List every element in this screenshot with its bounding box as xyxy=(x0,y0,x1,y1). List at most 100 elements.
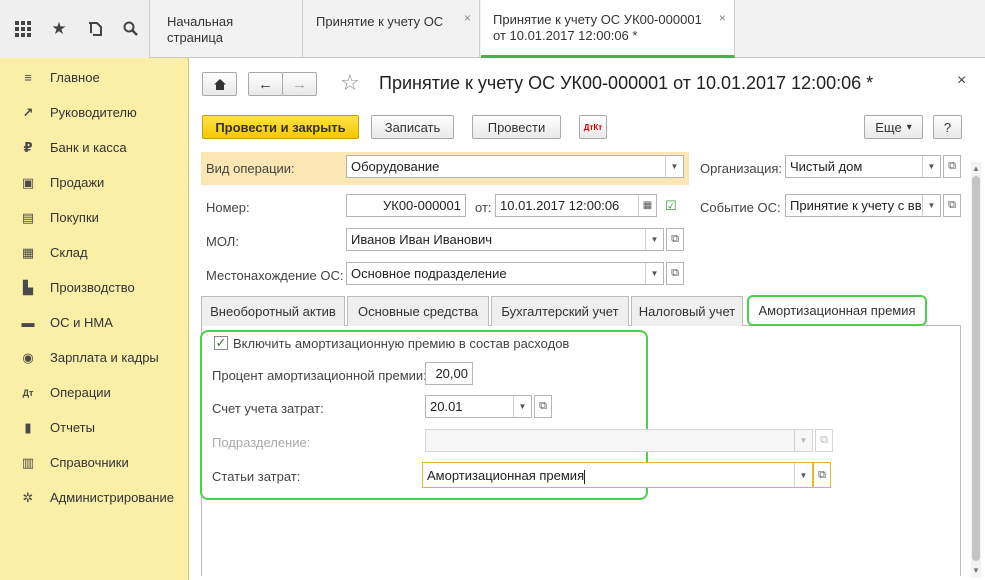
sidebar-item-reports[interactable]: ▮ Отчеты xyxy=(0,410,189,445)
cart-icon: ▣ xyxy=(21,174,35,190)
sidebar-item-label: Отчеты xyxy=(50,420,95,435)
chevron-down-icon[interactable]: ▼ xyxy=(645,229,663,250)
tab-close-icon[interactable]: × xyxy=(719,10,726,26)
tab-current-document[interactable]: Принятие к учету ОС УК00-000001 от 10.01… xyxy=(481,0,735,58)
text-cursor xyxy=(584,469,586,484)
sidebar-item-salary[interactable]: ◉ Зарплата и кадры xyxy=(0,340,189,375)
organization-select[interactable]: Чистый дом ▼ xyxy=(785,155,941,178)
chevron-down-icon[interactable]: ▼ xyxy=(794,463,812,487)
sidebar-item-main[interactable]: ≡ Главное xyxy=(0,60,189,95)
tab-fixed-assets[interactable]: Основные средства xyxy=(347,296,489,326)
search-icon[interactable] xyxy=(120,18,142,40)
post-button[interactable]: Провести xyxy=(472,115,561,139)
operation-select[interactable]: Оборудование ▼ xyxy=(346,155,684,178)
factory-icon: ▙ xyxy=(23,279,33,295)
favorite-star-icon[interactable]: ☆ xyxy=(340,70,360,96)
scroll-up-icon[interactable]: ▲ xyxy=(972,164,980,173)
number-field[interactable]: УК00-000001 xyxy=(346,194,466,217)
open-account-button[interactable]: ⧉ xyxy=(534,395,552,418)
cost-item-label: Статьи затрат: xyxy=(212,469,301,484)
open-department-button[interactable]: ⧉ xyxy=(815,429,833,452)
open-organization-button[interactable]: ⧉ xyxy=(943,155,961,178)
star-icon[interactable]: ★ xyxy=(48,18,70,40)
tab-current-document-label: Принятие к учету ОС УК00-000001 от 10.01… xyxy=(493,12,702,43)
post-and-close-button[interactable]: Провести и закрыть xyxy=(202,115,359,139)
sidebar-item-manager[interactable]: ↗ Руководителю xyxy=(0,95,189,130)
premium-percent-field[interactable]: 20,00 xyxy=(425,362,473,385)
scroll-down-icon[interactable]: ▼ xyxy=(972,566,980,575)
cost-account-value: 20.01 xyxy=(430,399,463,414)
open-mol-button[interactable]: ⧉ xyxy=(666,228,684,251)
open-event-button[interactable]: ⧉ xyxy=(943,194,961,217)
apps-grid-icon[interactable] xyxy=(12,18,34,40)
sidebar-item-operations[interactable]: Дт Операции xyxy=(0,375,189,410)
sidebar-item-production[interactable]: ▙ Производство xyxy=(0,270,189,305)
top-bar: ★ Начальная страница Принятие к учету ОС… xyxy=(0,0,985,58)
chevron-down-icon[interactable]: ▼ xyxy=(665,156,683,177)
tab-accounting[interactable]: Бухгалтерский учет xyxy=(491,296,629,326)
dt-kt-button[interactable]: ДтКт xyxy=(579,115,607,139)
home-button[interactable] xyxy=(202,72,237,96)
chevron-down-icon[interactable]: ▼ xyxy=(794,430,812,451)
history-icon[interactable] xyxy=(84,18,106,40)
close-icon[interactable]: × xyxy=(957,72,966,90)
number-label: Номер: xyxy=(206,200,250,215)
include-premium-checkbox[interactable]: ✓ xyxy=(214,336,228,350)
sidebar-item-bank[interactable]: ₽ Банк и касса xyxy=(0,130,189,165)
tab-home-label: Начальная страница xyxy=(167,14,234,45)
tab-close-icon[interactable]: × xyxy=(464,10,471,26)
dt-kt-icon: ДтКт xyxy=(583,122,603,132)
warehouse-icon: ▦ xyxy=(21,244,35,260)
chevron-down-icon[interactable]: ▼ xyxy=(513,396,531,417)
date-value: 10.01.2017 12:00:06 xyxy=(500,198,620,213)
operation-label: Вид операции: xyxy=(206,161,295,176)
open-cost-item-button[interactable]: ⧉ xyxy=(813,462,831,488)
cost-item-select[interactable]: Амортизационная премия ▼ xyxy=(422,462,813,488)
sidebar-item-purchases[interactable]: ▤ Покупки xyxy=(0,200,189,235)
more-button[interactable]: Еще ▾ xyxy=(864,115,923,139)
event-value: Принятие к учету с вв xyxy=(790,198,922,213)
event-select[interactable]: Принятие к учету с вв ▼ xyxy=(785,194,941,217)
tab-tax-accounting[interactable]: Налоговый учет xyxy=(631,296,743,326)
sidebar-item-warehouse[interactable]: ▦ Склад xyxy=(0,235,189,270)
sidebar-item-catalogs[interactable]: ▥ Справочники xyxy=(0,445,189,480)
sidebar-item-label: ОС и НМА xyxy=(50,315,113,330)
tab-depreciation-premium[interactable]: Амортизационная премия xyxy=(747,295,927,326)
chevron-down-icon[interactable]: ▼ xyxy=(645,263,663,284)
open-icon: ⧉ xyxy=(818,468,826,481)
help-button[interactable]: ? xyxy=(933,115,962,139)
bar-chart-icon: ▮ xyxy=(24,419,32,435)
mol-select[interactable]: Иванов Иван Иванович ▼ xyxy=(346,228,664,251)
page-title: Принятие к учету ОС УК00-000001 от 10.01… xyxy=(379,73,874,93)
mol-label: МОЛ: xyxy=(206,234,239,249)
include-premium-label[interactable]: Включить амортизационную премию в состав… xyxy=(233,336,569,351)
sidebar: ≡ Главное ↗ Руководителю ₽ Банк и касса ▣ Пр… xyxy=(0,58,189,580)
department-select[interactable]: ▼ xyxy=(425,429,813,452)
more-button-label: Еще xyxy=(875,119,902,135)
event-label: Событие ОС: xyxy=(700,200,781,215)
calendar-icon[interactable]: ▦ xyxy=(638,195,656,216)
location-select[interactable]: Основное подразделение ▼ xyxy=(346,262,664,285)
save-button[interactable]: Записать xyxy=(371,115,454,139)
forward-button[interactable]: → xyxy=(282,72,317,96)
tab-os-list[interactable]: Принятие к учету ОС × xyxy=(304,0,480,58)
sidebar-item-admin[interactable]: ✲ Администрирование xyxy=(0,480,189,515)
tab-home[interactable]: Начальная страница xyxy=(155,0,303,58)
tab-noncurrent-asset[interactable]: Внеоборотный актив xyxy=(201,296,345,326)
operation-value: Оборудование xyxy=(351,159,440,174)
sidebar-item-sales[interactable]: ▣ Продажи xyxy=(0,165,189,200)
open-location-button[interactable]: ⧉ xyxy=(666,262,684,285)
vertical-scrollbar[interactable]: ▲ ▼ xyxy=(971,162,981,578)
date-label: от: xyxy=(475,200,492,215)
scrollbar-thumb[interactable] xyxy=(972,176,980,561)
sidebar-item-fixed-assets[interactable]: ▬ ОС и НМА xyxy=(0,305,189,340)
truck-icon: ▬ xyxy=(21,315,35,330)
location-value: Основное подразделение xyxy=(351,266,507,281)
toolbar-icons: ★ xyxy=(0,0,150,58)
sidebar-item-label: Руководителю xyxy=(50,105,137,120)
back-button[interactable]: ← xyxy=(248,72,283,96)
chevron-down-icon[interactable]: ▼ xyxy=(922,195,940,216)
chevron-down-icon[interactable]: ▼ xyxy=(922,156,940,177)
cost-account-select[interactable]: 20.01 ▼ xyxy=(425,395,532,418)
date-field[interactable]: 10.01.2017 12:00:06 ▦ xyxy=(495,194,657,217)
